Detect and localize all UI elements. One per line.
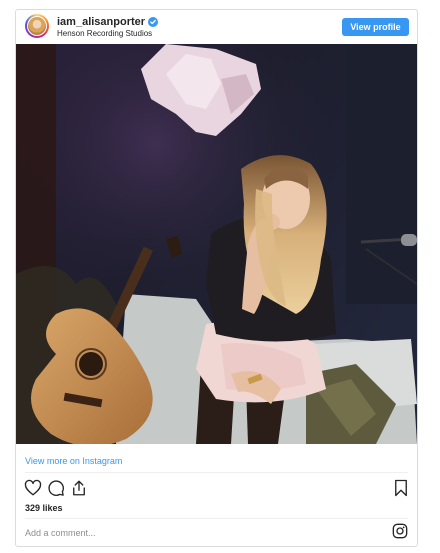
likes-count[interactable]: 329 likes: [25, 503, 63, 513]
post-photo-image: [16, 44, 417, 444]
avatar-image: [28, 17, 46, 35]
divider: [25, 472, 408, 473]
comment-icon[interactable]: [47, 479, 65, 497]
view-more-link[interactable]: View more on Instagram: [25, 456, 122, 466]
verified-badge-icon: [148, 17, 159, 27]
share-icon[interactable]: [70, 479, 88, 497]
divider: [25, 518, 408, 519]
avatar[interactable]: [25, 14, 49, 38]
action-bar: [24, 479, 410, 499]
username-row: iam_alisanporter: [57, 16, 159, 28]
instagram-icon[interactable]: [392, 523, 408, 539]
post-location[interactable]: Henson Recording Studios: [57, 29, 152, 38]
post-photo[interactable]: [16, 44, 417, 444]
view-profile-button[interactable]: View profile: [342, 18, 409, 36]
bookmark-icon[interactable]: [392, 479, 410, 497]
instagram-embed-card: iam_alisanporter Henson Recording Studio…: [15, 9, 418, 547]
heart-icon[interactable]: [24, 479, 42, 497]
post-header: iam_alisanporter Henson Recording Studio…: [16, 10, 417, 44]
username[interactable]: iam_alisanporter: [57, 16, 145, 28]
add-comment-input[interactable]: Add a comment...: [25, 528, 96, 538]
